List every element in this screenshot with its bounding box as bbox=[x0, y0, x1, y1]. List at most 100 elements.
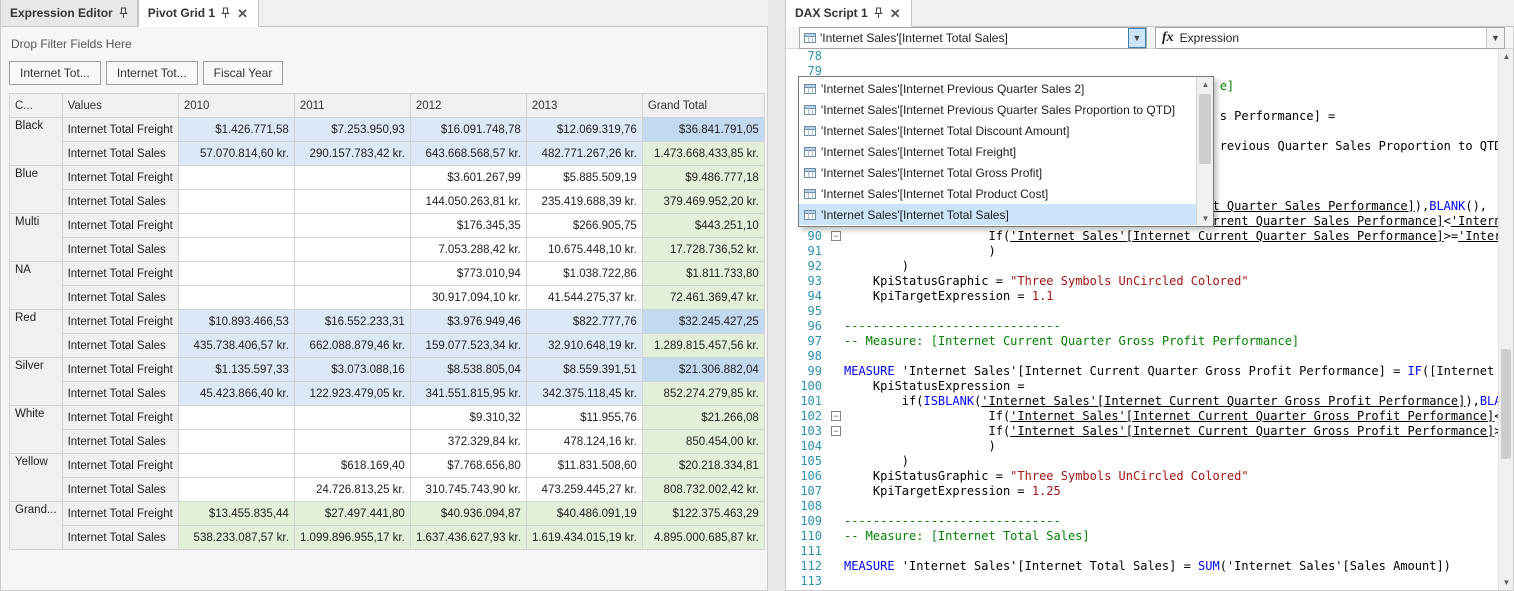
pivot-cell[interactable]: 144.050.263,81 kr. bbox=[410, 190, 526, 214]
scroll-down-icon[interactable]: ▼ bbox=[1197, 211, 1214, 226]
pivot-cell[interactable]: $11.831.508,60 bbox=[526, 454, 642, 478]
pivot-cell[interactable]: $3.073.088,16 bbox=[294, 358, 410, 382]
pivot-cell[interactable]: 643.668.568,57 kr. bbox=[410, 142, 526, 166]
pin-icon[interactable] bbox=[874, 7, 883, 19]
filter-field-button[interactable]: Fiscal Year bbox=[203, 61, 284, 85]
expression-combobox-dropdown-button[interactable]: ▼ bbox=[1486, 28, 1504, 48]
pivot-cell[interactable]: $20.218.334,81 bbox=[642, 454, 764, 478]
pivot-column-header[interactable]: 2011 bbox=[294, 94, 410, 118]
pivot-cell[interactable] bbox=[294, 190, 410, 214]
scrollbar-thumb[interactable] bbox=[1501, 349, 1511, 459]
pivot-cell[interactable] bbox=[294, 430, 410, 454]
dropdown-item[interactable]: 'Internet Sales'[Internet Total Freight] bbox=[799, 141, 1196, 162]
pivot-cell[interactable]: $13.455.835,44 bbox=[178, 502, 294, 526]
pivot-cell[interactable]: $266.905,75 bbox=[526, 214, 642, 238]
pivot-cell[interactable]: 4.895.000.685,87 kr. bbox=[642, 526, 764, 550]
tab-dax-script[interactable]: DAX Script 1 ✕ bbox=[785, 0, 912, 27]
pivot-cell[interactable] bbox=[294, 262, 410, 286]
pivot-column-header[interactable]: C... bbox=[10, 94, 63, 118]
pivot-cell[interactable]: $618.169,40 bbox=[294, 454, 410, 478]
pivot-column-header[interactable]: 2012 bbox=[410, 94, 526, 118]
pivot-cell[interactable]: 342.375.118,45 kr. bbox=[526, 382, 642, 406]
pivot-cell[interactable]: $3.976.949,46 bbox=[410, 310, 526, 334]
pivot-cell[interactable]: $40.936.094,87 bbox=[410, 502, 526, 526]
dropdown-scrollbar[interactable]: ▲ ▼ bbox=[1196, 77, 1213, 226]
drop-filter-area[interactable]: Drop Filter Fields Here bbox=[1, 27, 767, 55]
pivot-cell[interactable]: 379.469.952,20 kr. bbox=[642, 190, 764, 214]
pivot-cell[interactable]: $16.091.748,78 bbox=[410, 118, 526, 142]
tab-pivot-grid[interactable]: Pivot Grid 1 ✕ bbox=[138, 0, 259, 27]
pivot-cell[interactable]: 45.423.866,40 kr. bbox=[178, 382, 294, 406]
scroll-up-icon[interactable]: ▲ bbox=[1499, 49, 1514, 64]
pivot-cell[interactable] bbox=[294, 166, 410, 190]
pivot-cell[interactable] bbox=[178, 262, 294, 286]
pivot-cell[interactable]: 159.077.523,34 kr. bbox=[410, 334, 526, 358]
pivot-cell[interactable]: $9.486.777,18 bbox=[642, 166, 764, 190]
fold-toggle-icon[interactable]: − bbox=[831, 411, 841, 421]
pivot-cell[interactable] bbox=[294, 286, 410, 310]
pivot-cell[interactable]: 17.728.736,52 kr. bbox=[642, 238, 764, 262]
pivot-cell[interactable]: 41.544.275,37 kr. bbox=[526, 286, 642, 310]
pivot-cell[interactable] bbox=[178, 190, 294, 214]
pivot-cell[interactable]: 1.289.815.457,56 kr. bbox=[642, 334, 764, 358]
pivot-cell[interactable]: $21.266,08 bbox=[642, 406, 764, 430]
pivot-cell[interactable]: $8.538.805,04 bbox=[410, 358, 526, 382]
pivot-cell[interactable]: $5.885.509,19 bbox=[526, 166, 642, 190]
pivot-cell[interactable]: $443.251,10 bbox=[642, 214, 764, 238]
pivot-cell[interactable] bbox=[294, 214, 410, 238]
pivot-column-header[interactable]: 2010 bbox=[178, 94, 294, 118]
dropdown-item[interactable]: 'Internet Sales'[Internet Previous Quart… bbox=[799, 99, 1196, 120]
pivot-cell[interactable] bbox=[294, 406, 410, 430]
pivot-cell[interactable]: $36.841.791,05 bbox=[642, 118, 764, 142]
tab-expression-editor[interactable]: Expression Editor bbox=[0, 0, 138, 26]
pin-icon[interactable] bbox=[221, 7, 230, 19]
measure-combobox-value[interactable]: 'Internet Sales'[Internet Total Sales] bbox=[816, 31, 1128, 45]
pivot-cell[interactable]: $11.955,76 bbox=[526, 406, 642, 430]
pin-icon[interactable] bbox=[119, 7, 128, 19]
pivot-cell[interactable] bbox=[178, 166, 294, 190]
pivot-cell[interactable] bbox=[178, 406, 294, 430]
measure-combobox[interactable]: 'Internet Sales'[Internet Total Sales] ▼ bbox=[799, 27, 1147, 49]
pivot-cell[interactable]: 482.771.267,26 kr. bbox=[526, 142, 642, 166]
pivot-cell[interactable]: 32.910.648,19 kr. bbox=[526, 334, 642, 358]
dropdown-item[interactable]: 'Internet Sales'[Internet Total Discount… bbox=[799, 120, 1196, 141]
pivot-cell[interactable]: 808.732.002,42 kr. bbox=[642, 478, 764, 502]
dropdown-item[interactable]: 'Internet Sales'[Internet Total Sales] bbox=[799, 204, 1196, 225]
measure-combobox-dropdown-button[interactable]: ▼ bbox=[1128, 28, 1146, 48]
pivot-cell[interactable]: 1.473.668.433,85 kr. bbox=[642, 142, 764, 166]
pivot-column-header[interactable]: Grand Total bbox=[642, 94, 764, 118]
dropdown-item[interactable]: 'Internet Sales'[Internet Total Product … bbox=[799, 183, 1196, 204]
pivot-cell[interactable]: 1.099.896.955,17 kr. bbox=[294, 526, 410, 550]
pivot-cell[interactable]: 850.454,00 kr. bbox=[642, 430, 764, 454]
scrollbar-thumb[interactable] bbox=[1199, 94, 1211, 164]
pivot-cell[interactable]: $3.601.267,99 bbox=[410, 166, 526, 190]
pivot-cell[interactable]: 341.551.815,95 kr. bbox=[410, 382, 526, 406]
editor-vertical-scrollbar[interactable]: ▲ ▼ bbox=[1498, 49, 1513, 590]
filter-field-button[interactable]: Internet Tot... bbox=[9, 61, 101, 85]
pivot-cell[interactable]: 7.053.288,42 kr. bbox=[410, 238, 526, 262]
pivot-column-header[interactable]: Values bbox=[62, 94, 178, 118]
pivot-cell[interactable]: $9.310,32 bbox=[410, 406, 526, 430]
pivot-cell[interactable]: 290.157.783,42 kr. bbox=[294, 142, 410, 166]
dropdown-item[interactable]: 'Internet Sales'[Internet Total Gross Pr… bbox=[799, 162, 1196, 183]
pivot-cell[interactable]: 10.675.448,10 kr. bbox=[526, 238, 642, 262]
pivot-cell[interactable]: 1.637.436.627,93 kr. bbox=[410, 526, 526, 550]
pivot-cell[interactable]: $1.426.771,58 bbox=[178, 118, 294, 142]
pivot-cell[interactable]: $10.893.466,53 bbox=[178, 310, 294, 334]
pivot-cell[interactable]: 122.923.479,05 kr. bbox=[294, 382, 410, 406]
pivot-cell[interactable]: 538.233.087,57 kr. bbox=[178, 526, 294, 550]
pivot-cell[interactable]: $122.375.463,29 bbox=[642, 502, 764, 526]
pivot-cell[interactable] bbox=[294, 238, 410, 262]
pivot-cell[interactable] bbox=[178, 454, 294, 478]
pivot-cell[interactable]: 235.419.688,39 kr. bbox=[526, 190, 642, 214]
pivot-cell[interactable]: $1.038.722,86 bbox=[526, 262, 642, 286]
pivot-cell[interactable]: $773.010,94 bbox=[410, 262, 526, 286]
dropdown-item[interactable]: 'Internet Sales'[Internet Previous Quart… bbox=[799, 78, 1196, 99]
pivot-cell[interactable]: 852.274.279,85 kr. bbox=[642, 382, 764, 406]
scroll-up-icon[interactable]: ▲ bbox=[1197, 77, 1214, 92]
pivot-cell[interactable]: $1.811.733,80 bbox=[642, 262, 764, 286]
close-icon[interactable]: ✕ bbox=[236, 7, 249, 20]
pivot-column-header[interactable]: 2013 bbox=[526, 94, 642, 118]
pivot-cell[interactable]: 72.461.369,47 kr. bbox=[642, 286, 764, 310]
pivot-cell[interactable]: 310.745.743,90 kr. bbox=[410, 478, 526, 502]
